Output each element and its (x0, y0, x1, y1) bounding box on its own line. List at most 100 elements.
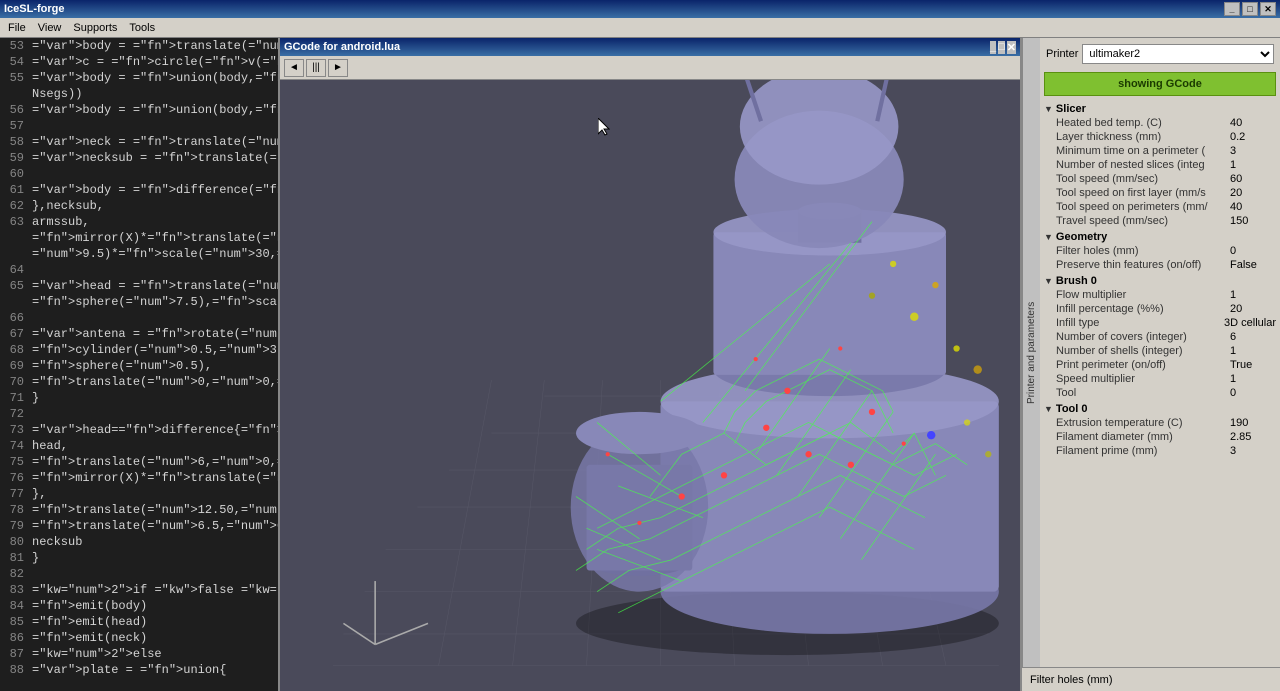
prop-row: Filter holes (mm)0 (1044, 244, 1276, 258)
prop-row: Layer thickness (mm)0.2 (1044, 130, 1276, 144)
code-line: 60 (0, 166, 278, 182)
minimize-button[interactable]: _ (1224, 2, 1240, 16)
line-content: ="kw="num">2">if ="kw">false ="kw="num">… (32, 582, 278, 598)
line-number: 55 (0, 70, 32, 86)
code-line: 76 ="fn">mirror(X)*="fn">translate(="num… (0, 470, 278, 486)
prop-value: 2.85 (1226, 431, 1276, 443)
line-number: 56 (0, 102, 32, 118)
gcode-button[interactable]: showing GCode (1044, 72, 1276, 96)
line-number: 53 (0, 38, 32, 54)
line-number: 85 (0, 614, 32, 630)
line-content: head, (32, 438, 278, 454)
section-tool0-header[interactable]: ▼ Tool 0 (1044, 402, 1276, 416)
close-button[interactable]: ✕ (1260, 2, 1276, 16)
maximize-button[interactable]: □ (1242, 2, 1258, 16)
line-number: 73 (0, 422, 32, 438)
line-number (0, 230, 32, 246)
line-content: ="var">plate = ="fn">union{ (32, 662, 278, 678)
prop-value: 20 (1226, 303, 1276, 315)
section-geometry: ▼ Geometry Filter holes (mm)0Preserve th… (1044, 230, 1276, 272)
scroll-left-button[interactable]: ◄ (284, 59, 304, 77)
prop-row: Speed multiplier1 (1044, 372, 1276, 386)
code-line: 68 ="fn">cylinder(="num">0.5,="num">3), (0, 342, 278, 358)
prop-value: 3 (1226, 145, 1276, 157)
prop-name: Number of shells (integer) (1056, 345, 1226, 357)
line-number: 54 (0, 54, 32, 70)
prop-name: Tool speed on perimeters (mm/ (1056, 201, 1226, 213)
properties-content: Printer ultimaker2 ultimaker3 prusa i3 s… (1040, 38, 1280, 667)
line-content: ="var">body = ="fn">translate(="num">10,… (32, 38, 278, 54)
main-titlebar: IceSL-forge _ □ ✕ (0, 0, 1280, 18)
code-line: 67="var">antena = ="fn">rotate(="num">0,… (0, 326, 278, 342)
line-number (0, 294, 32, 310)
code-line: ="fn">mirror(X)*="fn">translate(="num">-… (0, 230, 278, 246)
scroll-right-button[interactable]: ► (328, 59, 348, 77)
prop-row: Heated bed temp. (C)40 (1044, 116, 1276, 130)
line-number: 79 (0, 518, 32, 534)
line-content: ="fn">translate(="num">0,="num">0,="num"… (32, 374, 278, 390)
gcode-minimize[interactable]: _ (990, 41, 996, 54)
line-number: 88 (0, 662, 32, 678)
code-line: 70 ="fn">translate(="num">0,="num">0,="n… (0, 374, 278, 390)
code-line: 81} (0, 550, 278, 566)
brush0-props: Flow multiplier1Infill percentage (%%)20… (1044, 288, 1276, 400)
code-line: 83="kw="num">2">if ="kw">false ="kw="num… (0, 582, 278, 598)
prop-name: Filter holes (mm) (1056, 245, 1226, 257)
slicer-label: Slicer (1056, 103, 1086, 115)
code-line: 58="var">neck = ="fn">translate(="num">1… (0, 134, 278, 150)
3d-viewport[interactable] (280, 80, 1020, 691)
geometry-label: Geometry (1056, 231, 1107, 243)
printer-select[interactable]: ultimaker2 ultimaker3 prusa i3 (1082, 44, 1274, 64)
menu-tools[interactable]: Tools (123, 20, 161, 36)
section-slicer: ▼ Slicer Heated bed temp. (C)40Layer thi… (1044, 102, 1276, 228)
line-content: ="var">necksub = ="fn">translate(="num">… (32, 150, 278, 166)
prop-name: Travel speed (mm/sec) (1056, 215, 1226, 227)
section-geometry-header[interactable]: ▼ Geometry (1044, 230, 1276, 244)
line-content (32, 406, 278, 422)
line-number: 78 (0, 502, 32, 518)
menu-supports[interactable]: Supports (67, 20, 123, 36)
brush0-label: Brush 0 (1056, 275, 1097, 287)
line-content (32, 566, 278, 582)
sidebar-vertical-label: Printer and parameters (1022, 38, 1040, 667)
line-number: 84 (0, 598, 32, 614)
gcode-titlebar: GCode for android.lua _ □ ✕ (280, 38, 1020, 56)
gcode-maximize[interactable]: □ (998, 41, 1005, 54)
pause-button[interactable]: ||| (306, 59, 326, 77)
prop-value: 3 (1226, 445, 1276, 457)
prop-row: Flow multiplier1 (1044, 288, 1276, 302)
menu-view[interactable]: View (32, 20, 68, 36)
line-content: ="kw="num">2">else (32, 646, 278, 662)
code-line: 84 ="fn">emit(body) (0, 598, 278, 614)
line-number: 75 (0, 454, 32, 470)
prop-row: Extrusion temperature (C)190 (1044, 416, 1276, 430)
menu-file[interactable]: File (2, 20, 32, 36)
line-number: 81 (0, 550, 32, 566)
line-number: 83 (0, 582, 32, 598)
line-number: 66 (0, 310, 32, 326)
line-content (32, 310, 278, 326)
code-line: 78 ="fn">translate(="num">12.50,="num">6… (0, 502, 278, 518)
section-brush0-header[interactable]: ▼ Brush 0 (1044, 274, 1276, 288)
tool0-label: Tool 0 (1056, 403, 1088, 415)
prop-value: False (1226, 259, 1276, 271)
line-content: ="var">antena = ="fn">rotate(="num">0,="… (32, 326, 278, 342)
code-line: Nsegs)) (0, 86, 278, 102)
section-slicer-header[interactable]: ▼ Slicer (1044, 102, 1276, 116)
prop-value: 20 (1226, 187, 1276, 199)
line-content: ="fn">emit(neck) (32, 630, 278, 646)
right-panel: Printer and parameters Printer ultimaker… (1020, 38, 1280, 691)
printer-label: Printer (1046, 48, 1078, 60)
code-line: 66 (0, 310, 278, 326)
status-text: Filter holes (mm) (1030, 674, 1113, 686)
prop-row: Infill percentage (%%)20 (1044, 302, 1276, 316)
code-line: ="fn">sphere(="num">7.5),="fn">scale(="n… (0, 294, 278, 310)
line-number: 71 (0, 390, 32, 406)
prop-value: 150 (1226, 215, 1276, 227)
gcode-close[interactable]: ✕ (1007, 41, 1016, 54)
line-number: 70 (0, 374, 32, 390)
slicer-arrow: ▼ (1044, 104, 1053, 114)
line-number: 67 (0, 326, 32, 342)
prop-value: 0 (1226, 245, 1276, 257)
slicer-props: Heated bed temp. (C)40Layer thickness (m… (1044, 116, 1276, 228)
